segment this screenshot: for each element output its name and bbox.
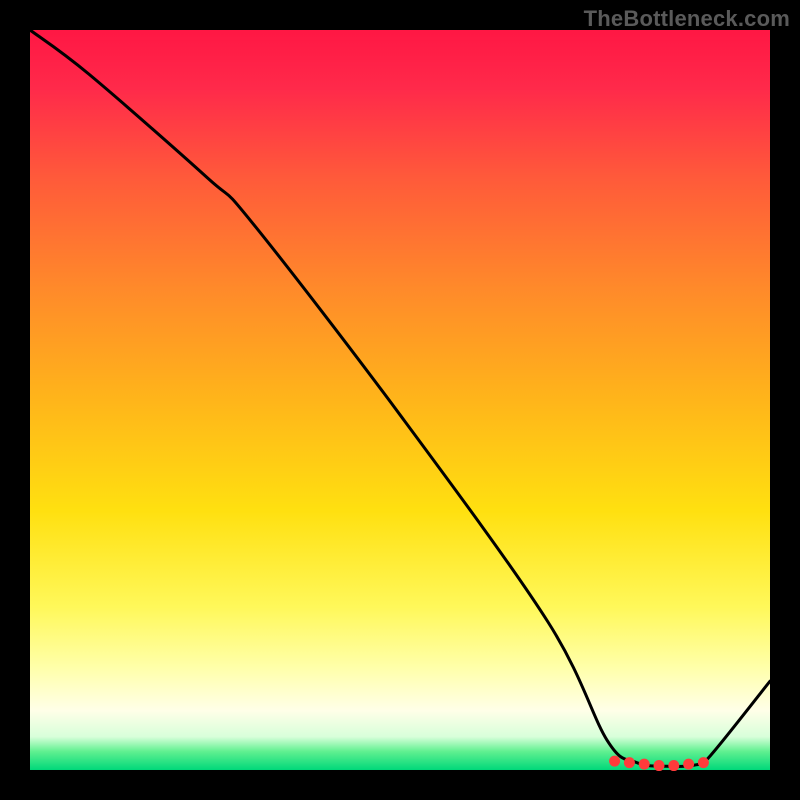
marker-point <box>683 759 694 770</box>
plot-background <box>30 30 770 770</box>
marker-point <box>654 760 665 771</box>
watermark-text: TheBottleneck.com <box>584 6 790 32</box>
marker-point <box>668 760 679 771</box>
marker-point <box>698 757 709 768</box>
marker-point <box>609 756 620 767</box>
marker-point <box>639 759 650 770</box>
marker-point <box>624 757 635 768</box>
chart-container: TheBottleneck.com <box>0 0 800 800</box>
chart-svg <box>0 0 800 800</box>
